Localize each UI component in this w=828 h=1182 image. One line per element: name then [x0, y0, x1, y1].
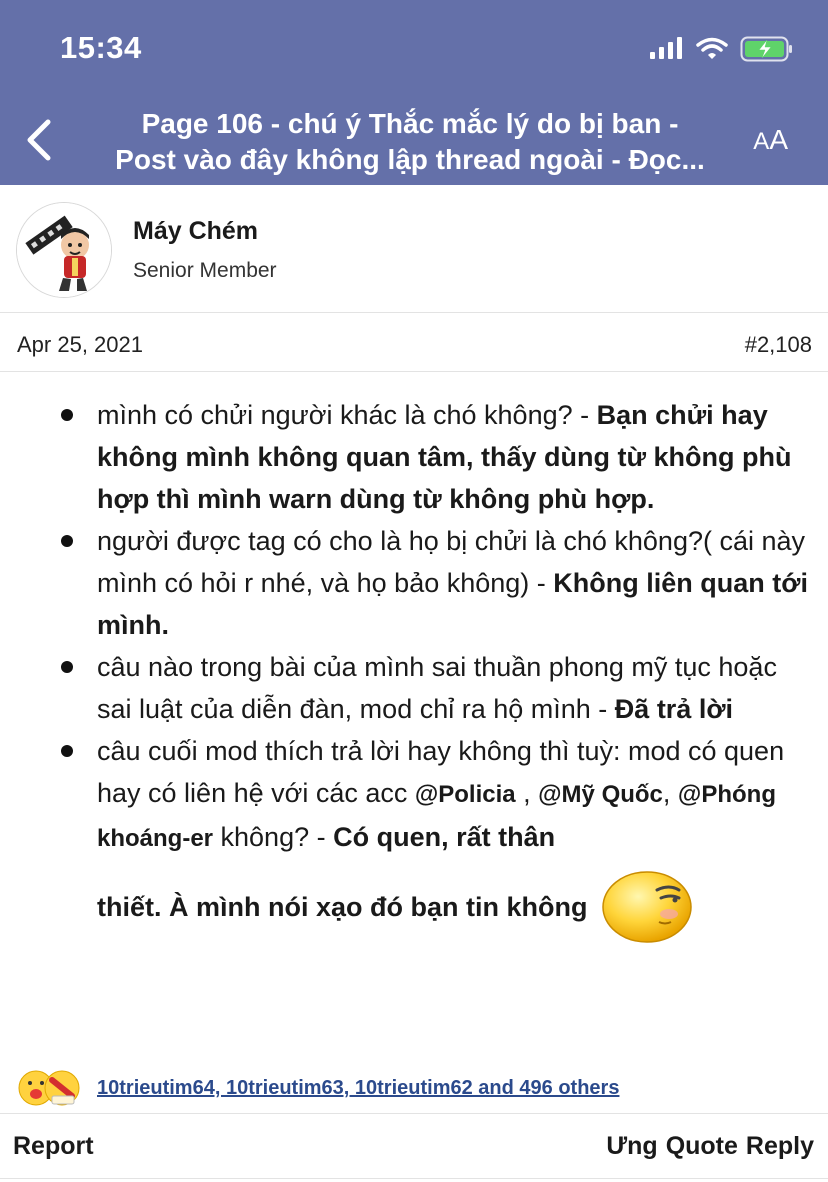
- right-actions: Ưng Quote Reply: [606, 1132, 814, 1161]
- page-title-line-1: Page 106 - chú ý Thắc mắc lý do bị ban -: [141, 108, 679, 139]
- text-size-small-label: A: [753, 128, 770, 155]
- status-icons: [650, 36, 794, 62]
- report-button[interactable]: Report: [13, 1132, 94, 1161]
- post-meta: Apr 25, 2021 #2,108: [0, 314, 828, 372]
- item-bold-text: Có quen, rất thân: [333, 822, 556, 852]
- item-bold-text: Đã trả lời: [614, 694, 734, 724]
- list-item: người được tag có cho là họ bị chửi là c…: [0, 520, 828, 646]
- page-title-line-2: Post vào đây không lập thread ngoài - Đọ…: [115, 144, 705, 175]
- reply-button[interactable]: Reply: [746, 1132, 814, 1161]
- mention-link[interactable]: @Mỹ Quốc: [538, 781, 663, 808]
- bullet-icon: [61, 535, 73, 547]
- quote-button[interactable]: Quote: [666, 1132, 738, 1161]
- list-item: câu cuối mod thích trả lời hay không thì…: [0, 730, 828, 944]
- divider: [0, 1178, 828, 1179]
- item-text: mình có chửi người khác là chó không? -: [97, 400, 597, 430]
- back-chevron-icon[interactable]: [22, 116, 62, 164]
- avatar-image: [17, 203, 111, 297]
- list-item: mình có chửi người khác là chó không? - …: [0, 394, 828, 520]
- list-item: câu nào trong bài của mình sai thuần pho…: [0, 646, 828, 730]
- battery-charging-icon: [740, 36, 792, 62]
- bullet-icon: [61, 661, 73, 673]
- author-title: Senior Member: [133, 259, 277, 282]
- reaction-icons: [18, 1070, 80, 1106]
- last-line: thiết. À mình nói xạo đó bạn tin không: [97, 870, 810, 944]
- app-header: 15:34 Page 106 - chú ý Thắc mắc lý do bị…: [0, 0, 828, 185]
- status-time: 15:34: [60, 30, 142, 65]
- reactions-link[interactable]: 10trieutim64, 10trieutim63, 10trieutim62…: [97, 1077, 619, 1100]
- post-date[interactable]: Apr 25, 2021: [17, 332, 143, 358]
- post-author: Máy Chém Senior Member: [0, 185, 828, 313]
- bullet-icon: [61, 745, 73, 757]
- post-actions: Report Ưng Quote Reply: [0, 1116, 828, 1176]
- avatar[interactable]: [16, 202, 112, 298]
- mention-link[interactable]: @Policia: [415, 781, 516, 808]
- bullet-list: mình có chửi người khác là chó không? - …: [0, 394, 828, 944]
- author-name[interactable]: Máy Chém: [133, 217, 258, 246]
- like-button[interactable]: Ưng: [606, 1132, 657, 1161]
- smug-emoji-icon: [602, 871, 693, 943]
- separator-text: ,: [662, 778, 678, 808]
- separator-text: ,: [515, 778, 539, 808]
- cellular-signal-icon: [650, 37, 682, 59]
- wifi-icon: [696, 37, 728, 59]
- post-number[interactable]: #2,108: [745, 332, 812, 358]
- item-text: không? -: [213, 822, 334, 852]
- bullet-icon: [61, 409, 73, 421]
- item-bold-text: thiết. À mình nói xạo đó bạn tin không: [97, 892, 588, 922]
- text-size-button[interactable]: AA: [753, 124, 788, 156]
- text-size-large-label: A: [769, 124, 788, 155]
- post-content: mình có chửi người khác là chó không? - …: [0, 372, 828, 944]
- reactions-bar: 10trieutim64, 10trieutim63, 10trieutim62…: [0, 1066, 828, 1114]
